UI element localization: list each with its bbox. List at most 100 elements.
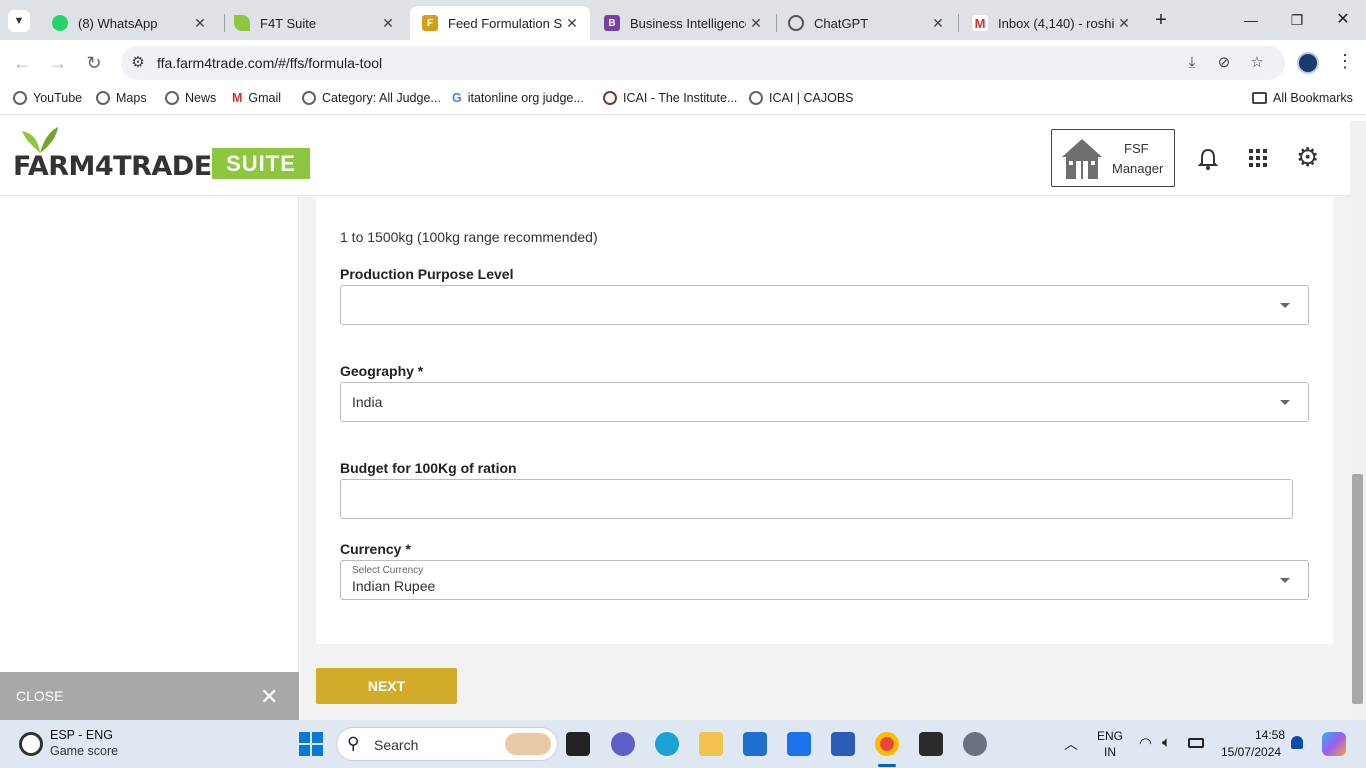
windows-taskbar: ESP - ENG Game score ⚲ Search ︿ ENG IN ◠…	[0, 720, 1366, 768]
bookmark-news[interactable]: News	[165, 91, 216, 105]
tab-search-chevron-icon[interactable]: ▼	[8, 10, 30, 32]
tab-title: Inbox (4,140) - roshin	[998, 15, 1114, 31]
teams-chat-icon[interactable]	[611, 732, 635, 756]
bookmark-icai-cajobs[interactable]: ICAI | CAJOBS	[749, 91, 854, 105]
chrome-icon[interactable]	[875, 732, 899, 756]
all-bookmarks-button[interactable]: All Bookmarks	[1252, 91, 1353, 105]
wifi-icon[interactable]: ◠	[1139, 734, 1152, 752]
clock-time[interactable]: 14:58	[1255, 728, 1285, 742]
leaf-icon	[234, 15, 250, 31]
dropdown-arrow-icon	[1280, 303, 1290, 308]
battery-icon[interactable]	[1188, 738, 1204, 748]
file-explorer-icon[interactable]	[699, 732, 723, 756]
bi-icon: B	[604, 15, 620, 31]
minimize-window-icon[interactable]: —	[1236, 8, 1266, 32]
chatgpt-icon	[788, 15, 804, 31]
notification-bell-icon[interactable]	[1198, 148, 1218, 170]
scrollbar-thumb[interactable]	[1352, 474, 1363, 704]
close-tab-icon[interactable]: ✕	[190, 15, 210, 32]
gmail-icon: M	[972, 15, 988, 31]
close-tab-icon[interactable]: ✕	[928, 15, 948, 32]
icai-logo-icon	[603, 91, 617, 105]
next-button[interactable]: NEXT	[316, 668, 457, 704]
close-icon[interactable]: ✕	[260, 684, 278, 710]
restore-window-icon[interactable]: ❐	[1282, 8, 1312, 32]
tab-title: (8) WhatsApp	[78, 15, 158, 31]
forward-arrow-icon[interactable]: →	[45, 50, 71, 76]
bookmark-youtube[interactable]: YouTube	[13, 91, 82, 105]
bookmark-star-icon[interactable]: ☆	[1248, 54, 1266, 72]
production-purpose-label: Production Purpose Level	[340, 266, 514, 282]
geography-select[interactable]: India	[340, 382, 1309, 422]
url-text: ffa.farm4trade.com/#/ffs/formula-tool	[157, 55, 383, 71]
search-icon: ⚲	[347, 734, 360, 753]
bookmark-category-judge[interactable]: Category: All Judge...	[302, 91, 441, 105]
bookmark-label: Category: All Judge...	[322, 91, 441, 105]
bookmark-itatonline[interactable]: Gitatonline org judge...	[452, 91, 584, 105]
browser-tab-gmail[interactable]: M Inbox (4,140) - roshin ✕	[960, 6, 1142, 40]
install-app-icon[interactable]: ⤓	[1183, 54, 1201, 72]
active-app-indicator	[878, 764, 896, 767]
word-icon[interactable]	[831, 732, 855, 756]
sidebar-close-bar[interactable]: CLOSE ✕	[0, 672, 299, 720]
task-view-icon[interactable]	[566, 732, 590, 756]
close-tab-icon[interactable]: ✕	[378, 15, 398, 32]
notification-center-bell-icon[interactable]	[1291, 736, 1303, 749]
new-tab-plus-icon[interactable]: +	[1146, 8, 1176, 32]
back-arrow-icon[interactable]: ←	[9, 50, 35, 76]
browser-tab-feed-formulation[interactable]: F Feed Formulation Sof ✕	[410, 6, 590, 40]
close-tab-icon[interactable]: ✕	[562, 15, 582, 32]
close-window-icon[interactable]: ✕	[1328, 8, 1358, 32]
bookmark-label: itatonline org judge...	[467, 91, 584, 105]
farm4trade-logo-text: FARM4TRADE	[13, 151, 212, 182]
volume-icon[interactable]: 🔈︎	[1162, 734, 1171, 751]
fsf-manager-switcher[interactable]: FSF Manager	[1051, 129, 1175, 187]
geography-label: Geography *	[340, 363, 424, 379]
globe-icon	[749, 91, 763, 105]
browser-tab-business-intelligence[interactable]: B Business Intelligence ✕	[592, 6, 774, 40]
profile-avatar[interactable]	[1297, 52, 1319, 74]
windows-start-icon[interactable]	[299, 732, 323, 756]
soccer-ball-icon[interactable]	[19, 732, 43, 756]
browser-menu-icon[interactable]: ⋮	[1336, 51, 1354, 72]
currency-value: Indian Rupee	[352, 578, 436, 594]
fsf-label: FSF	[1124, 141, 1149, 156]
bookmarks-bar: YouTube Maps News M Gmail Category: All J…	[0, 85, 1366, 115]
close-tab-icon[interactable]: ✕	[1114, 15, 1134, 32]
budget-input[interactable]	[340, 479, 1293, 519]
settings-gear-icon[interactable]: ⚙	[1296, 143, 1319, 171]
apps-grid-icon[interactable]	[1249, 149, 1267, 167]
bookmark-icai-institute[interactable]: ICAI - The Institute...	[603, 91, 737, 105]
production-purpose-select[interactable]	[340, 285, 1309, 325]
google-icon: G	[452, 91, 462, 105]
close-tab-icon[interactable]: ✕	[746, 15, 766, 32]
bookmark-maps[interactable]: Maps	[96, 91, 147, 105]
browser-tab-chatgpt[interactable]: ChatGPT ✕	[776, 6, 956, 40]
browser-tab-whatsapp[interactable]: (8) WhatsApp ✕	[40, 6, 218, 40]
taskbar-search-box[interactable]: ⚲ Search	[336, 727, 558, 761]
tab-title: F4T Suite	[260, 15, 317, 31]
browser-tab-f4t-suite[interactable]: F4T Suite ✕	[222, 6, 406, 40]
microsoft-store-icon[interactable]	[743, 732, 767, 756]
terminal-icon[interactable]	[919, 732, 943, 756]
address-bar[interactable]: ⚙ ffa.farm4trade.com/#/ffs/formula-tool …	[121, 46, 1285, 80]
budget-label: Budget for 100Kg of ration	[340, 460, 517, 476]
reload-icon[interactable]: ↻	[81, 50, 107, 76]
language-indicator-top[interactable]: ENG	[1097, 729, 1123, 743]
language-indicator-bottom: IN	[1104, 745, 1116, 759]
copilot-icon[interactable]	[1322, 732, 1346, 756]
settings-app-icon[interactable]	[963, 732, 987, 756]
bookmark-gmail[interactable]: M Gmail	[232, 91, 281, 105]
currency-select[interactable]: Select Currency Indian Rupee	[340, 560, 1309, 600]
weather-widget-title[interactable]: ESP - ENG	[50, 728, 113, 742]
bookmark-label: ICAI | CAJOBS	[769, 91, 854, 105]
site-info-icon[interactable]: ⚙	[129, 54, 147, 72]
tracking-protection-icon[interactable]: ⊘	[1215, 54, 1233, 72]
edge-browser-icon[interactable]	[655, 732, 679, 756]
show-hidden-icons-chevron-icon[interactable]: ︿	[1064, 734, 1078, 754]
search-highlight-image	[505, 733, 551, 755]
mail-icon[interactable]	[787, 732, 811, 756]
dropdown-arrow-icon	[1280, 578, 1290, 583]
browser-tab-strip: ▼ (8) WhatsApp ✕ F4T Suite ✕ F Feed Form…	[0, 0, 1366, 40]
weather-widget-subtitle: Game score	[50, 744, 119, 758]
